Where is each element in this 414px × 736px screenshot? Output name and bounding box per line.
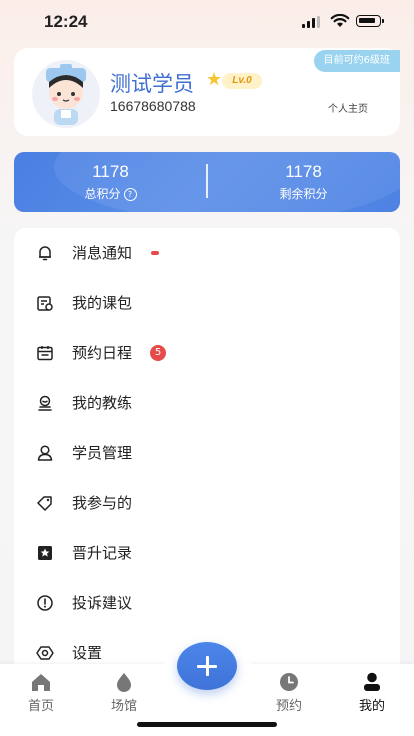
tab-booking[interactable]: 预约 (254, 670, 324, 714)
schedule-count-badge: 5 (150, 345, 166, 361)
home-icon (32, 674, 50, 691)
avatar[interactable] (32, 60, 100, 128)
level-badge: Lv.0 ★ (206, 69, 264, 90)
star-icon: ★ (206, 69, 223, 90)
user-icon (37, 445, 53, 461)
menu-item-schedule[interactable]: 预约日程 5 (14, 328, 400, 378)
status-bar: 12:24 (0, 0, 414, 44)
menu-label: 消息通知 (72, 244, 133, 262)
person-icon (364, 672, 380, 691)
alert-icon (37, 595, 53, 611)
home-indicator (137, 722, 277, 727)
tab-label: 首页 (27, 699, 54, 714)
avatar-illustration (46, 64, 86, 125)
total-points-value: 1178 (92, 162, 129, 181)
tab-venue[interactable]: 场馆 (89, 670, 159, 714)
menu-item-feedback[interactable]: 投诉建议 (14, 578, 400, 628)
calendar-icon (37, 346, 53, 361)
menu-label: 设置 (72, 644, 103, 662)
personal-homepage-link[interactable]: 个人主页 (328, 100, 368, 115)
help-icon[interactable]: ? (123, 188, 137, 201)
menu-item-notifications[interactable]: 消息通知 (14, 228, 400, 278)
profile-card[interactable]: 测试学员 Lv.0 ★ 16678680788 目前可约6级班 个人主页 (14, 48, 400, 136)
menu-item-coach[interactable]: 我的教练 (14, 378, 400, 428)
tag-icon (37, 496, 52, 511)
menu-item-participated[interactable]: 我参与的 (14, 478, 400, 528)
venue-icon (117, 673, 131, 692)
menu-item-student-management[interactable]: 学员管理 (14, 428, 400, 478)
tab-label: 我的 (358, 699, 385, 714)
menu-label: 我的教练 (72, 394, 133, 412)
level-label: Lv.0 (222, 73, 262, 89)
settings-icon (36, 646, 54, 660)
menu-label: 学员管理 (72, 444, 133, 462)
menu-label: 我的课包 (72, 294, 133, 312)
battery-icon (356, 15, 384, 27)
package-icon (37, 296, 53, 311)
status-time: 12:24 (44, 12, 88, 31)
points-card: 1178 总积分? 1178 剩余积分 (14, 152, 400, 212)
signal-icon (302, 16, 322, 28)
menu-label: 我参与的 (72, 494, 133, 512)
menu-item-promotion-record[interactable]: 晋升记录 (14, 528, 400, 578)
unread-indicator (151, 251, 159, 255)
menu-label: 预约日程 (72, 344, 133, 362)
tab-mine[interactable]: 我的 (337, 670, 407, 714)
menu-list: 消息通知 我的课包 预约日程 5 我的教练 学员管理 我参与的 晋升记录 投诉建… (14, 228, 400, 688)
tab-label: 场馆 (110, 699, 137, 714)
star-icon (38, 546, 52, 560)
menu-item-course-package[interactable]: 我的课包 (14, 278, 400, 328)
remaining-points[interactable]: 1178 剩余积分 (207, 152, 400, 202)
clock-icon (280, 673, 298, 691)
menu-label: 投诉建议 (72, 594, 133, 612)
wifi-icon (330, 14, 350, 27)
total-points[interactable]: 1178 总积分? (14, 152, 207, 202)
add-button[interactable] (177, 642, 237, 690)
tab-label: 预约 (275, 699, 302, 714)
coach-icon (38, 395, 52, 411)
class-level-pill: 目前可约6级班 (313, 50, 400, 72)
total-points-label: 总积分 (84, 187, 121, 201)
remaining-points-label: 剩余积分 (279, 187, 328, 201)
menu-label: 晋升记录 (72, 544, 133, 562)
user-phone: 16678680788 (110, 98, 196, 114)
tab-home[interactable]: 首页 (6, 670, 76, 714)
bell-icon (39, 246, 51, 261)
user-name: 测试学员 (110, 73, 194, 96)
remaining-points-value: 1178 (285, 162, 322, 181)
